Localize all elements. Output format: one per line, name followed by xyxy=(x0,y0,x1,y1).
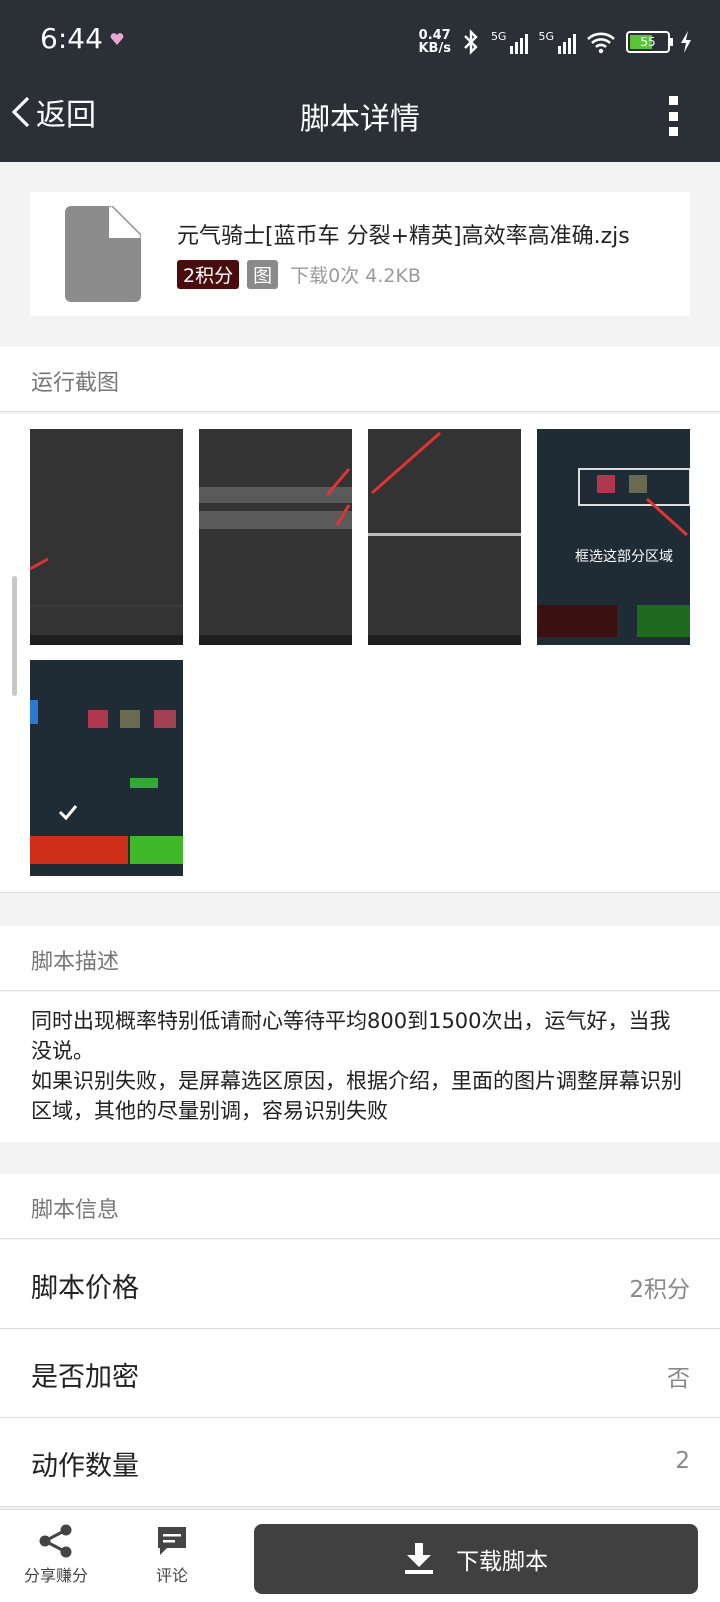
scrollbar[interactable] xyxy=(12,576,17,696)
heart-icon xyxy=(110,33,124,45)
share-label: 分享赚分 xyxy=(24,1566,89,1585)
comment-button[interactable]: 评论 xyxy=(155,1524,189,1586)
download-label: 下载脚本 xyxy=(456,1549,548,1575)
description-text: 同时出现概率特别低请耐心等待平均800到1500次出，运气好，当我没说。 如果识… xyxy=(31,1009,682,1123)
more-dot-icon xyxy=(668,111,678,121)
top-bar: 6:44 0.47 KB/s 5G 5G 55 返回 脚本详情 xyxy=(0,0,720,162)
info-value: 2 xyxy=(675,1448,690,1474)
battery-icon: 55 xyxy=(626,31,673,53)
more-menu-button[interactable] xyxy=(668,96,678,136)
signal-icon-sim1: 5G xyxy=(491,30,529,54)
points-badge: 2积分 xyxy=(177,260,240,289)
share-button[interactable]: 分享赚分 xyxy=(24,1524,88,1586)
info-value: 否 xyxy=(667,1366,690,1392)
status-icons: 0.47 KB/s 5G 5G 55 xyxy=(418,22,692,62)
bluetooth-icon xyxy=(464,29,478,55)
description-title: 脚本描述 xyxy=(31,950,120,975)
net-speed: 0.47 KB/s xyxy=(418,28,451,56)
more-dot-icon xyxy=(668,127,678,136)
screenshot-thumbnail[interactable] xyxy=(30,660,183,876)
bottom-bar: 分享赚分 评论 下载脚本 xyxy=(0,1509,720,1602)
more-dot-icon xyxy=(668,96,678,105)
info-key: 是否加密 xyxy=(31,1362,139,1393)
screenshot-thumbnail[interactable] xyxy=(368,429,521,645)
info-row-encrypted: 是否加密 否 xyxy=(0,1329,720,1418)
info-header: 脚本信息 xyxy=(0,1174,720,1239)
screenshot-image xyxy=(368,429,521,645)
screenshot-thumbnail[interactable] xyxy=(30,429,183,645)
description-header: 脚本描述 xyxy=(0,926,720,991)
info-row-actions: 动作数量 2 xyxy=(0,1418,720,1507)
description-body: 同时出现概率特别低请耐心等待平均800到1500次出，运气好，当我没说。 如果识… xyxy=(0,992,720,1142)
download-icon xyxy=(405,1543,433,1574)
charging-icon xyxy=(681,31,691,53)
info-value: 2积分 xyxy=(629,1277,690,1303)
signal-icon-sim2: 5G xyxy=(538,30,576,54)
screenshot-image xyxy=(30,429,183,645)
page-title: 脚本详情 xyxy=(300,102,420,137)
comment-label: 评论 xyxy=(155,1566,188,1585)
screenshot-image: 框选这部分区域 xyxy=(537,429,690,645)
download-stats: 下载0次 4.2KB xyxy=(290,265,421,287)
info-key: 动作数量 xyxy=(31,1451,139,1482)
screenshots-title: 运行截图 xyxy=(31,371,120,396)
file-meta: 2积分 图 下载0次 4.2KB xyxy=(177,260,421,289)
image-badge: 图 xyxy=(247,260,279,289)
screenshot-caption: 框选这部分区域 xyxy=(575,548,673,565)
info-key: 脚本价格 xyxy=(31,1273,139,1304)
info-title: 脚本信息 xyxy=(31,1198,120,1223)
wifi-icon xyxy=(587,32,615,54)
file-card[interactable]: 元气骑士[蓝币车 分裂+精英]高效率高准确.zjs 2积分 图 下载0次 4.2… xyxy=(30,192,690,316)
screenshot-thumbnail[interactable] xyxy=(199,429,352,645)
screenshot-image xyxy=(199,429,352,645)
download-script-button[interactable]: 下载脚本 xyxy=(254,1524,698,1594)
file-icon xyxy=(65,206,141,302)
screenshot-image xyxy=(30,660,183,876)
share-icon xyxy=(39,1524,72,1558)
screenshot-thumbnail[interactable]: 框选这部分区域 xyxy=(537,429,690,645)
status-time: 6:44 xyxy=(40,22,103,55)
file-name: 元气骑士[蓝币车 分裂+精英]高效率高准确.zjs xyxy=(177,224,630,249)
screenshots-header: 运行截图 xyxy=(0,347,720,412)
info-row-price: 脚本价格 2积分 xyxy=(0,1240,720,1329)
screenshots-grid: 框选这部分区域 xyxy=(0,414,720,893)
comment-icon xyxy=(158,1527,186,1555)
